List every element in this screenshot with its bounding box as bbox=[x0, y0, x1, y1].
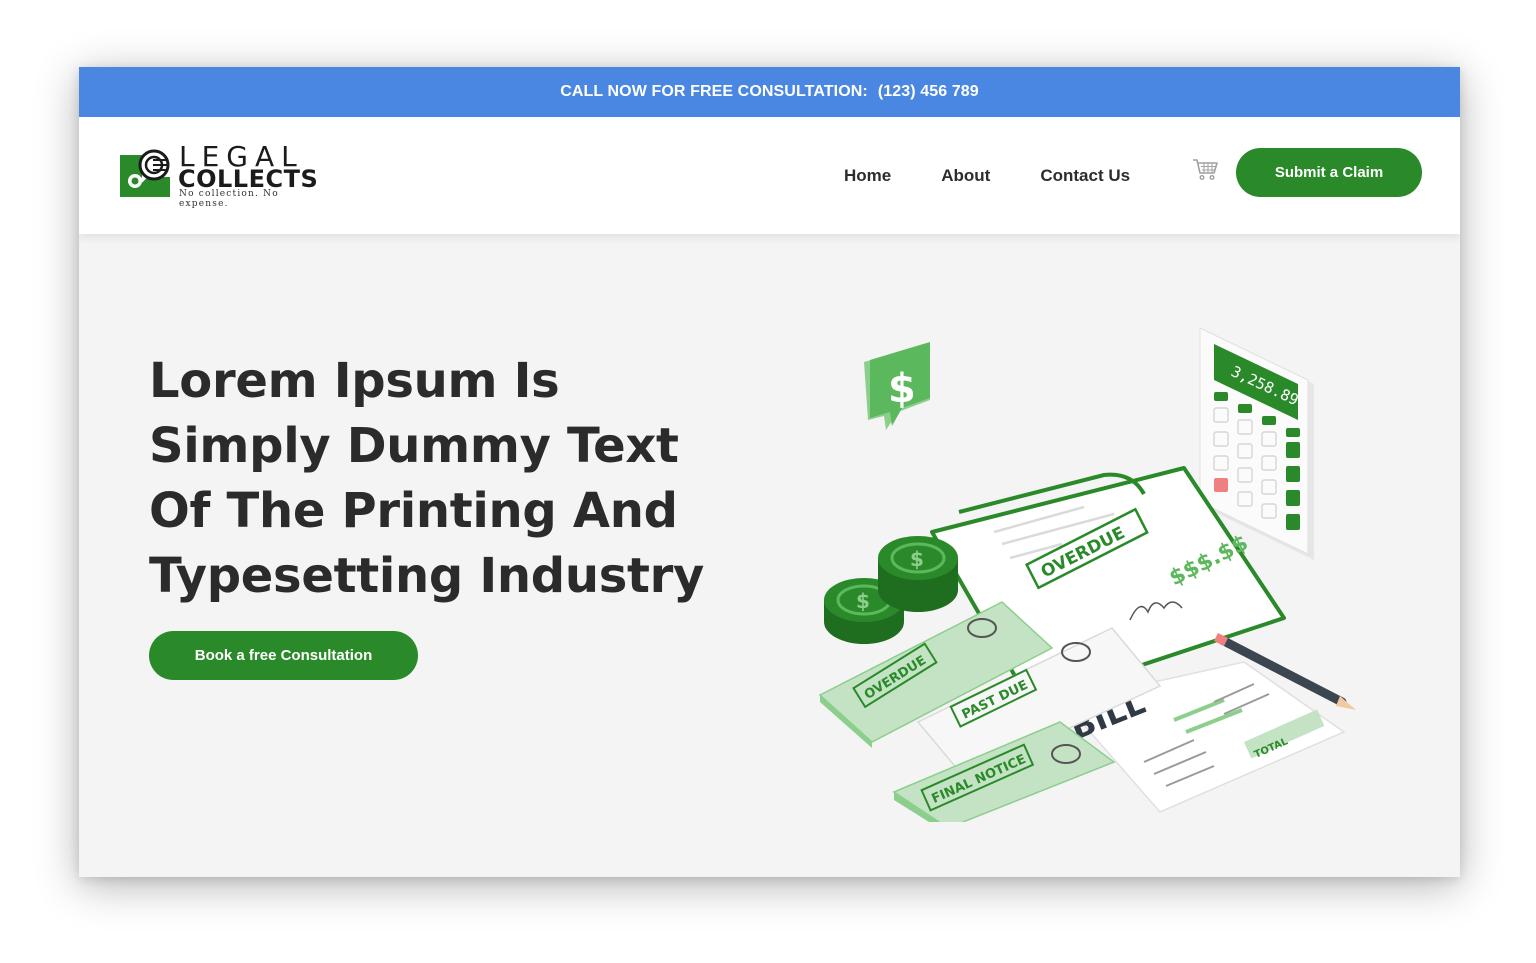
book-consultation-button[interactable]: Book a free Consultation bbox=[149, 631, 418, 680]
logo-mark-icon bbox=[120, 149, 170, 197]
cart-icon[interactable] bbox=[1192, 157, 1218, 181]
logo-tagline: No collection. No expense. bbox=[179, 189, 279, 209]
svg-text:$: $ bbox=[856, 589, 870, 613]
dollar-sign: $ bbox=[888, 366, 916, 412]
submit-claim-button[interactable]: Submit a Claim bbox=[1236, 148, 1422, 197]
banner-text: CALL NOW FOR FREE CONSULTATION: bbox=[560, 83, 868, 100]
nav-about[interactable]: About bbox=[941, 166, 990, 186]
main-nav: Home About Contact Us bbox=[844, 166, 1130, 186]
browser-page: CALL NOW FOR FREE CONSULTATION: (123) 45… bbox=[79, 67, 1460, 877]
consultation-banner: CALL NOW FOR FREE CONSULTATION: (123) 45… bbox=[79, 67, 1460, 117]
banner-phone[interactable]: (123) 456 789 bbox=[878, 83, 979, 101]
site-header: LEGAL COLLECTS No collection. No expense… bbox=[79, 117, 1460, 234]
coins-icon: $ $ bbox=[824, 536, 958, 644]
logo[interactable]: LEGAL COLLECTS No collection. No expense… bbox=[119, 140, 319, 209]
dollar-bubble-icon: $ bbox=[864, 342, 930, 430]
hero-title: Lorem Ipsum Is Simply Dummy Text Of The … bbox=[149, 353, 705, 604]
nav-contact-us[interactable]: Contact Us bbox=[1040, 166, 1130, 186]
debt-collection-illustration: 3,258.89 $ OVERDUE $$$.$$ BILL TOTAL OVE… bbox=[818, 327, 1356, 822]
nav-home[interactable]: Home bbox=[844, 166, 891, 186]
svg-text:$: $ bbox=[910, 547, 924, 571]
